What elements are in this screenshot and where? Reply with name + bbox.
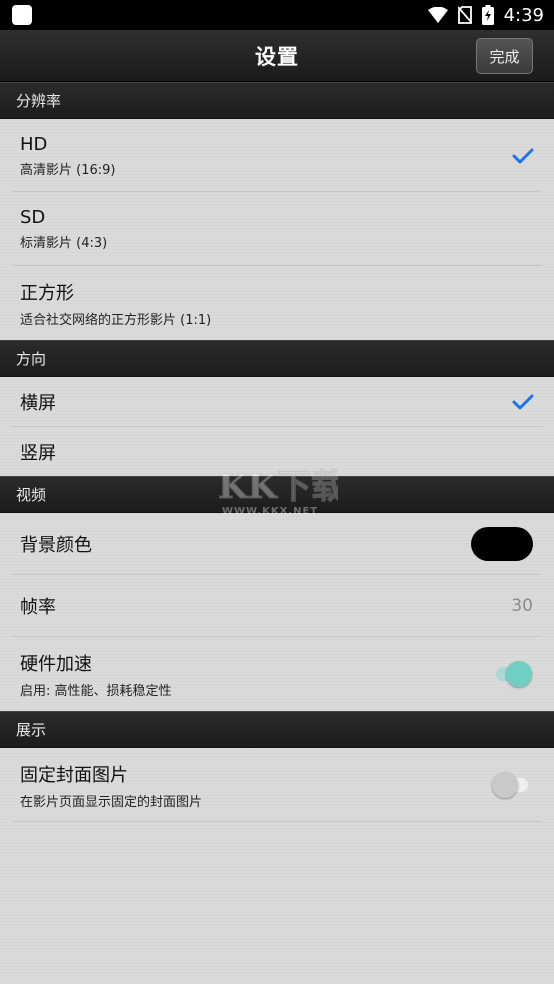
fixed-cover-row[interactable]: 固定封面图片 在影片页面显示固定的封面图片 bbox=[0, 748, 554, 822]
option-subtitle: 在影片页面显示固定的封面图片 bbox=[20, 794, 203, 810]
toggle-thumb bbox=[492, 772, 518, 798]
frame-rate-row[interactable]: 帧率 30 bbox=[0, 575, 554, 637]
toggle-thumb bbox=[506, 661, 532, 687]
option-title: HD bbox=[20, 133, 48, 155]
settings-screen: 4:39 设置 完成 分辨率 HD 高清影片 (16:9) SD 标清影片 (4… bbox=[0, 0, 554, 984]
background-color-row[interactable]: 背景颜色 bbox=[0, 513, 554, 575]
option-title: 硬件加速 bbox=[20, 653, 92, 675]
no-sim-icon bbox=[457, 6, 472, 24]
hardware-acceleration-toggle[interactable] bbox=[494, 660, 532, 688]
frame-rate-value: 30 bbox=[511, 596, 533, 616]
resolution-option-square[interactable]: 正方形 适合社交网络的正方形影片 (1:1) bbox=[0, 266, 554, 340]
section-header-orientation: 方向 bbox=[0, 340, 554, 377]
option-title: 帧率 bbox=[20, 597, 56, 618]
option-title: 竖屏 bbox=[20, 442, 56, 464]
section-header-resolution: 分辨率 bbox=[0, 82, 554, 119]
option-title: 正方形 bbox=[20, 282, 74, 304]
color-swatch[interactable] bbox=[471, 527, 533, 561]
option-subtitle: 启用: 高性能、损耗稳定性 bbox=[20, 683, 172, 699]
option-subtitle: 适合社交网络的正方形影片 (1:1) bbox=[20, 312, 212, 328]
option-subtitle: 标清影片 (4:3) bbox=[20, 236, 108, 251]
orientation-option-landscape[interactable]: 横屏 bbox=[0, 377, 554, 427]
resolution-option-hd[interactable]: HD 高清影片 (16:9) bbox=[0, 119, 554, 192]
done-button[interactable]: 完成 bbox=[476, 38, 533, 74]
checkmark-icon bbox=[512, 394, 534, 410]
page-title: 设置 bbox=[255, 44, 299, 69]
section-header-video: 视频 bbox=[0, 476, 554, 513]
status-time: 4:39 bbox=[503, 4, 544, 26]
resolution-option-sd[interactable]: SD 标清影片 (4:3) bbox=[0, 192, 554, 266]
navigation-bar: 设置 完成 bbox=[0, 30, 554, 82]
wifi-icon bbox=[427, 7, 448, 23]
option-subtitle: 高清影片 (16:9) bbox=[20, 162, 116, 178]
battery-charging-icon bbox=[481, 5, 494, 25]
section-header-display: 展示 bbox=[0, 711, 554, 748]
app-notification-icon bbox=[12, 5, 32, 25]
hardware-acceleration-row[interactable]: 硬件加速 启用: 高性能、损耗稳定性 bbox=[0, 637, 554, 711]
option-title: SD bbox=[20, 207, 46, 228]
orientation-option-portrait[interactable]: 竖屏 bbox=[0, 427, 554, 476]
fixed-cover-toggle[interactable] bbox=[492, 771, 530, 799]
status-bar: 4:39 bbox=[0, 0, 554, 30]
option-title: 横屏 bbox=[20, 393, 56, 414]
option-title: 固定封面图片 bbox=[20, 764, 128, 786]
checkmark-icon bbox=[512, 148, 534, 163]
status-icons: 4:39 bbox=[427, 4, 544, 26]
